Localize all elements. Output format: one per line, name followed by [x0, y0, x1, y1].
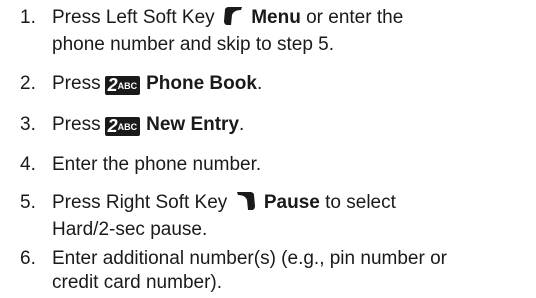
step-number: 5.	[20, 192, 36, 213]
right-soft-key-icon	[235, 191, 257, 218]
step-number: 1.	[20, 7, 36, 28]
step-text-line2: phone number and skip to step 5.	[52, 34, 335, 55]
step-text-line2: Hard/2-sec pause.	[52, 219, 208, 240]
step-number: 2.	[20, 73, 36, 94]
step-text-after: .	[239, 114, 245, 135]
step-text: Press 2ABC New Entry.	[52, 113, 522, 137]
step-text-after: .	[256, 73, 263, 94]
pause-label: Pause	[263, 192, 320, 213]
step-number: 3.	[20, 114, 36, 135]
menu-label: Menu	[251, 7, 301, 28]
left-soft-key-icon	[222, 6, 244, 33]
step-text-after: or enter the	[306, 7, 404, 28]
step-text-before: Press Left Soft Key	[52, 7, 215, 28]
phone-book-label: Phone Book	[146, 73, 257, 94]
step-number: 6.	[20, 248, 36, 269]
step-number: 4.	[20, 154, 36, 175]
new-entry-label: New Entry	[146, 114, 240, 135]
step-text-line1: Enter additional number(s) (e.g., pin nu…	[52, 248, 447, 269]
step-text: Press Right Soft Key Pause to select Har…	[52, 191, 522, 242]
step-text-before: Press	[52, 73, 101, 94]
step-text: Enter additional number(s) (e.g., pin nu…	[52, 247, 522, 295]
step-text-before: Press Right Soft Key	[52, 192, 228, 213]
step-text: Press 2ABC Phone Book.	[52, 72, 522, 96]
instruction-list: 1. Press Left Soft Key Menu or enter the…	[0, 0, 536, 298]
keypad-2-abc-icon: 2ABC	[104, 76, 141, 95]
step-text: Press Left Soft Key Menu or enter the ph…	[52, 6, 522, 57]
step-text: Enter the phone number.	[52, 154, 262, 175]
step-text-line2: credit card number).	[52, 272, 223, 293]
step-text-before: Press	[52, 114, 101, 135]
step-text-after: to select	[325, 192, 396, 213]
keypad-2-abc-icon: 2ABC	[104, 117, 141, 136]
